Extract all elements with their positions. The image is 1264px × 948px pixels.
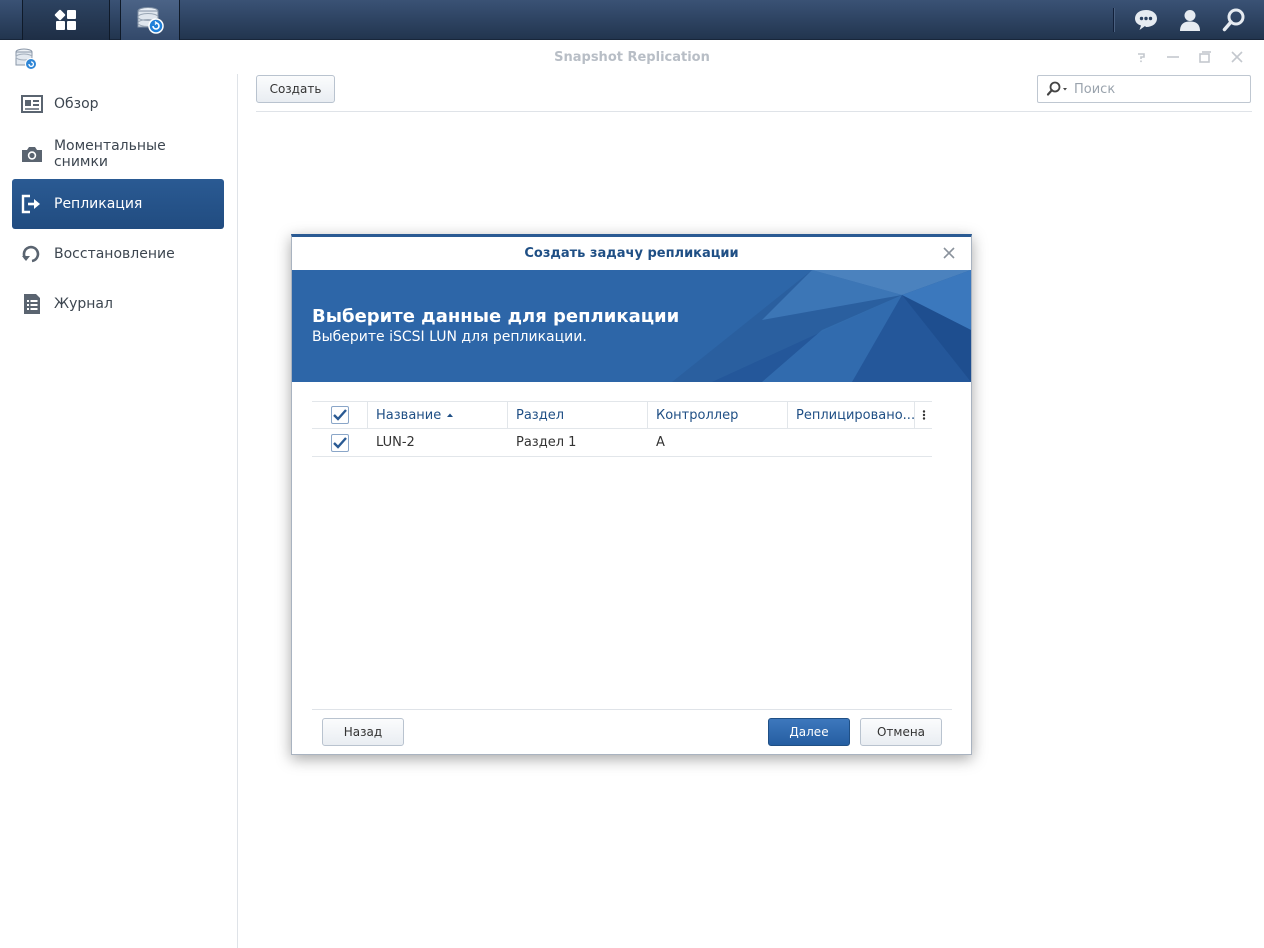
sort-ascending-icon: [447, 413, 454, 417]
search-placeholder: Поиск: [1074, 81, 1116, 97]
window-titlebar: Snapshot Replication: [0, 40, 1264, 74]
column-header-label: Раздел: [516, 407, 565, 423]
sidebar-item-log[interactable]: Журнал: [12, 279, 224, 329]
search-icon: [1222, 8, 1245, 32]
sidebar-item-replication[interactable]: Репликация: [12, 179, 224, 229]
main-menu-button[interactable]: [22, 0, 110, 40]
column-menu-button[interactable]: [915, 402, 932, 428]
column-header-label: Название: [376, 407, 442, 423]
grid-header: Название Раздел Контроллер Реплицировано…: [312, 401, 932, 429]
cell-name: LUN-2: [376, 435, 415, 450]
sidebar-item-label: Журнал: [54, 296, 113, 312]
window-title: Snapshot Replication: [554, 50, 710, 65]
search-icon: [1046, 81, 1067, 96]
column-header-volume[interactable]: Раздел: [508, 402, 648, 428]
column-header-name[interactable]: Название: [368, 402, 508, 428]
user-button[interactable]: [1170, 0, 1210, 40]
sidebar-item-label: Обзор: [54, 96, 99, 112]
lun-grid: Название Раздел Контроллер Реплицировано…: [312, 401, 932, 457]
column-header-label: Реплицировано...: [796, 407, 916, 423]
table-row[interactable]: LUN-2 Раздел 1 A: [312, 429, 932, 457]
banner-title: Выберите данные для репликации: [312, 306, 680, 327]
checkmark-icon: [333, 436, 347, 449]
minimize-icon[interactable]: [1164, 48, 1182, 66]
taskbar: [0, 0, 1264, 40]
restore-icon: [20, 242, 44, 266]
sidebar-item-label: Восстановление: [54, 246, 175, 262]
row-select-cell: [312, 429, 368, 456]
checkmark-icon: [332, 409, 347, 421]
column-header-replicated[interactable]: Реплицировано...: [788, 402, 915, 428]
user-icon: [1180, 10, 1200, 31]
toolbar-divider: [256, 111, 1252, 112]
more-vertical-icon: [922, 410, 925, 420]
cancel-button[interactable]: Отмена: [860, 718, 942, 746]
dialog-footer-divider: [312, 709, 952, 710]
select-all-cell: [312, 402, 368, 428]
camera-icon: [20, 142, 44, 166]
back-button[interactable]: Назад: [322, 718, 404, 746]
search-field[interactable]: Поиск: [1037, 75, 1251, 103]
overview-icon: [20, 92, 44, 116]
banner-subtitle: Выберите iSCSI LUN для репликации.: [312, 329, 587, 345]
search-button[interactable]: [1214, 0, 1254, 40]
sidebar-item-label: Репликация: [54, 196, 143, 212]
create-button[interactable]: Создать: [256, 75, 335, 103]
sidebar-item-restore[interactable]: Восстановление: [12, 229, 224, 279]
taskbar-separator: [1113, 8, 1114, 32]
chat-icon: [1135, 10, 1157, 30]
create-replication-dialog: Создать задачу репликации Выберите данны…: [291, 234, 972, 755]
close-icon[interactable]: [1228, 48, 1246, 66]
messages-button[interactable]: [1126, 0, 1166, 40]
column-header-label: Контроллер: [656, 407, 739, 423]
sidebar-item-snapshots[interactable]: Моментальные снимки: [12, 129, 224, 179]
cell-replicated: [788, 429, 915, 456]
sidebar-item-overview[interactable]: Обзор: [12, 79, 224, 129]
row-checkbox[interactable]: [331, 433, 349, 452]
column-header-controller[interactable]: Контроллер: [648, 402, 788, 428]
dialog-title: Создать задачу репликации: [524, 246, 739, 261]
cell-spacer: [915, 429, 932, 456]
cell-volume: Раздел 1: [516, 435, 577, 450]
log-icon: [20, 292, 44, 316]
next-button[interactable]: Далее: [768, 718, 850, 746]
help-icon[interactable]: [1132, 48, 1150, 66]
snapshot-replication-icon: [137, 7, 164, 34]
dialog-close-icon[interactable]: [939, 243, 959, 263]
select-all-checkbox[interactable]: [330, 406, 349, 424]
taskbar-app-snapshot-replication[interactable]: [120, 0, 180, 40]
replication-icon: [20, 192, 44, 216]
sidebar: Обзор Моментальные снимки Репликация Вос…: [0, 74, 238, 948]
dialog-banner: Выберите данные для репликации Выберите …: [292, 270, 971, 382]
maximize-icon[interactable]: [1196, 48, 1214, 66]
cell-controller: A: [656, 435, 665, 450]
sidebar-item-label: Моментальные снимки: [53, 138, 166, 170]
main-menu-icon: [54, 9, 76, 30]
